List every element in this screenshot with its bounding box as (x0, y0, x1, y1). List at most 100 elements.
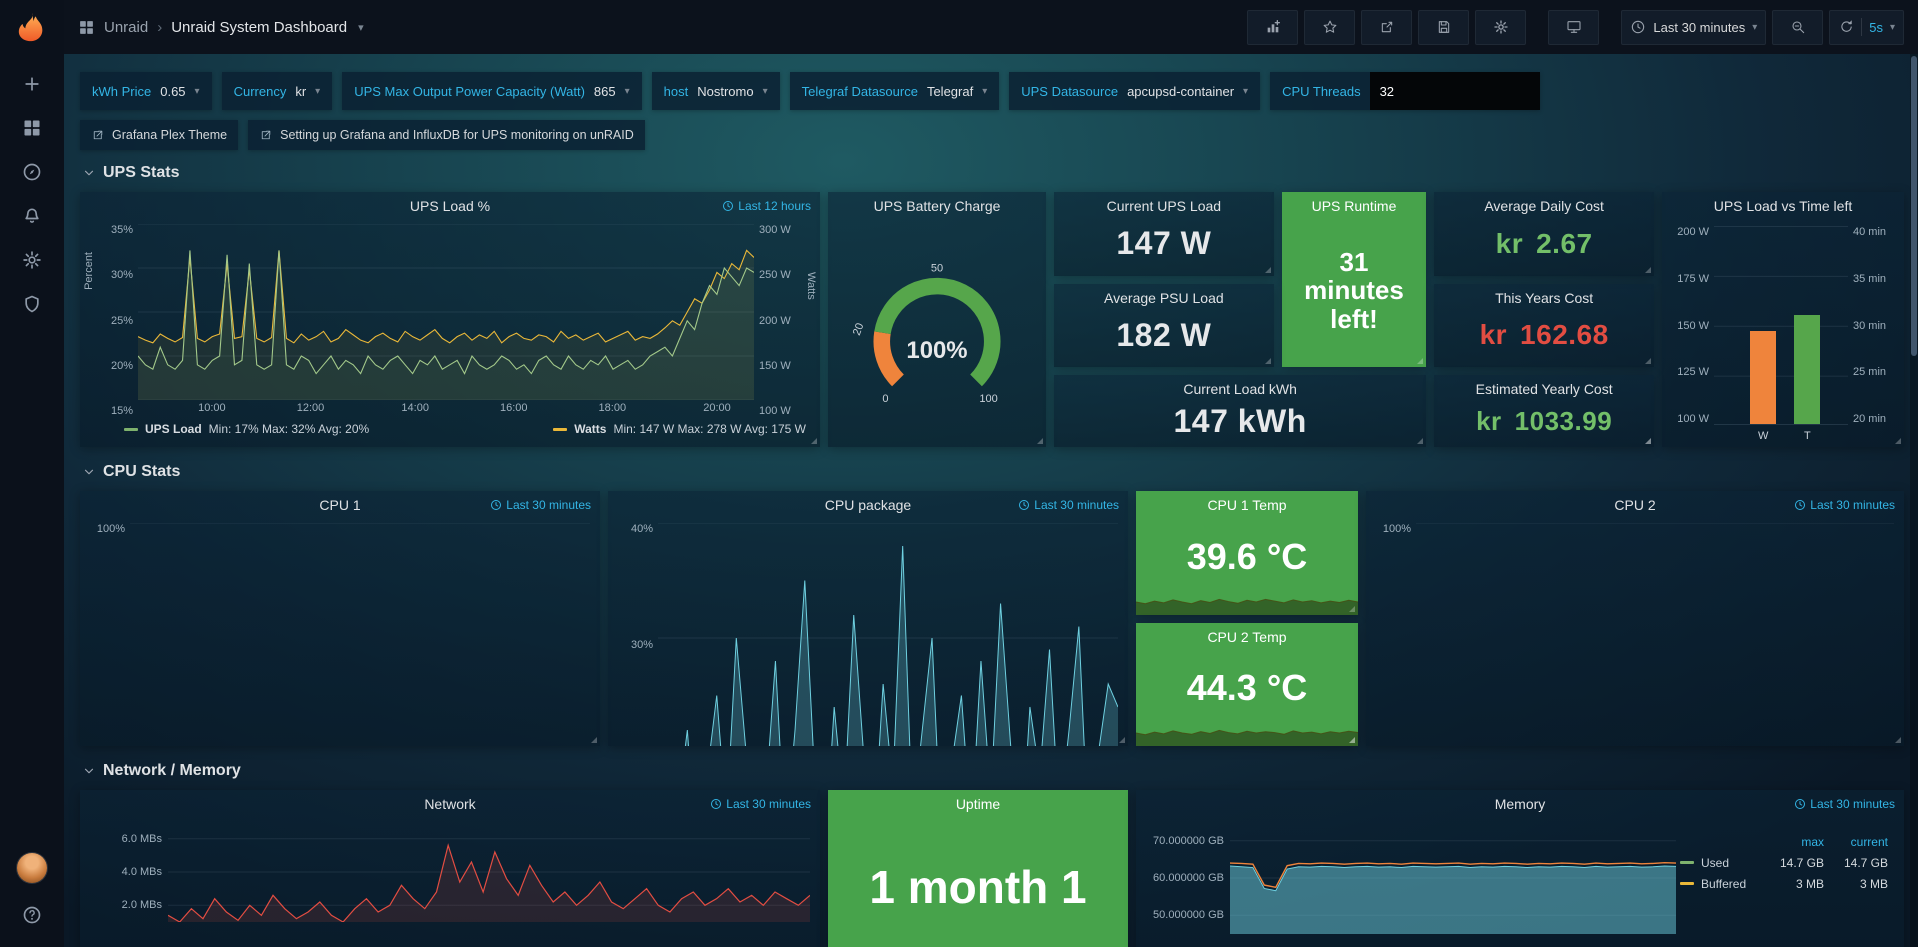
sidebar-item-dashboards[interactable] (8, 106, 56, 150)
dashboard-settings-button[interactable] (1475, 10, 1526, 45)
ups-load-chart[interactable] (138, 224, 754, 400)
panel-time-override-badge: Last 30 minutes (1018, 498, 1119, 512)
panel-title[interactable]: This Years Cost (1495, 290, 1593, 306)
legend-swatch (1680, 861, 1694, 864)
legend-item-ups-load[interactable]: UPS Load Min: 17% Max: 32% Avg: 20% (124, 422, 369, 436)
variable-ups-max-output[interactable]: UPS Max Output Power Capacity (Watt) 865… (342, 72, 641, 110)
y-axis: 100%50%0% (1372, 523, 1416, 746)
link-ups-monitoring-guide[interactable]: Setting up Grafana and InfluxDB for UPS … (248, 120, 645, 150)
panel-title[interactable]: CPU 1 Temp (1207, 497, 1286, 513)
network-memory-row: Network Last 30 minutes 6.0 MBs 4.0 MBs … (80, 790, 1904, 947)
cpu-temps-column: CPU 1 Temp 39.6 °C CPU 2 Temp 44.3 °C (1136, 491, 1358, 746)
panel-title[interactable]: Current Load kWh (1183, 381, 1297, 397)
chevron-down-icon (82, 166, 96, 180)
panel-cpu1: CPU 1 Last 30 minutes 100%50%0% (80, 491, 600, 746)
legend-sort-max[interactable]: max (1760, 835, 1824, 849)
section-header-network-memory[interactable]: Network / Memory (82, 762, 1904, 780)
dashboards-grid-icon[interactable] (78, 19, 95, 36)
panel-title[interactable]: CPU package (825, 497, 911, 513)
zoom-out-time-button[interactable] (1772, 10, 1823, 45)
panel-title[interactable]: Memory (1495, 796, 1546, 812)
add-panel-button[interactable] (1247, 10, 1298, 45)
panel-title[interactable]: UPS Runtime (1312, 198, 1397, 214)
panel-title[interactable]: UPS Load % (410, 198, 490, 214)
legend-swatch (1680, 882, 1694, 885)
variable-currency[interactable]: Currency kr ▾ (222, 72, 333, 110)
bar-watts (1750, 331, 1776, 424)
link-grafana-plex-theme[interactable]: Grafana Plex Theme (80, 120, 238, 150)
variable-kwh-price[interactable]: kWh Price 0.65 ▾ (80, 72, 212, 110)
network-chart[interactable] (168, 822, 810, 922)
share-dashboard-button[interactable] (1361, 10, 1412, 45)
panel-title[interactable]: Current UPS Load (1107, 198, 1221, 214)
breadcrumb: Unraid › Unraid System Dashboard ▾ (78, 19, 364, 36)
page-scrollbar-thumb[interactable] (1911, 56, 1917, 356)
panel-title[interactable]: CPU 2 Temp (1207, 629, 1286, 645)
panel-average-psu-load: Average PSU Load 182 W (1054, 284, 1274, 368)
battery-gauge: 0 20 50 100 100% (828, 220, 1046, 447)
svg-text:0: 0 (882, 393, 888, 405)
link-label: Setting up Grafana and InfluxDB for UPS … (280, 128, 634, 142)
panel-time-override-badge: Last 30 minutes (710, 797, 811, 811)
variable-host[interactable]: host Nostromo ▾ (652, 72, 780, 110)
bar-label: T (1794, 430, 1820, 442)
bar-chart-plot[interactable]: W T (1714, 226, 1848, 425)
user-avatar[interactable] (17, 853, 47, 883)
legend-item-buffered[interactable]: Buffered 3 MB 3 MB (1680, 873, 1888, 894)
cpu-package-chart[interactable] (658, 523, 1118, 746)
grafana-logo-icon[interactable] (15, 10, 49, 44)
legend-swatch (124, 428, 138, 431)
refresh-picker[interactable]: 5s ▾ (1829, 10, 1904, 45)
template-variables-row: kWh Price 0.65 ▾ Currency kr ▾ UPS Max O… (80, 72, 1904, 110)
panel-title[interactable]: Average Daily Cost (1484, 198, 1604, 214)
panel-title[interactable]: UPS Load vs Time left (1714, 198, 1853, 214)
panel-cpu2: CPU 2 Last 30 minutes 100%50%0% (1366, 491, 1904, 746)
tv-cycle-view-button[interactable] (1548, 10, 1599, 45)
refresh-divider (1861, 18, 1862, 36)
y-axis-right: 300 W250 W200 W150 W100 W (754, 224, 806, 417)
sidebar-item-create[interactable] (8, 62, 56, 106)
star-dashboard-button[interactable] (1304, 10, 1355, 45)
sidebar-item-server-admin[interactable] (8, 282, 56, 326)
panel-title[interactable]: UPS Battery Charge (874, 198, 1001, 214)
cpu-stats-row: CPU 1 Last 30 minutes 100%50%0% (80, 491, 1904, 746)
time-range-picker[interactable]: Last 30 minutes ▾ (1621, 10, 1766, 45)
legend-item-used[interactable]: Used 14.7 GB 14.7 GB (1680, 852, 1888, 873)
panel-title[interactable]: CPU 2 (1614, 497, 1655, 513)
panel-ups-battery-charge: UPS Battery Charge 0 20 50 100 100% (828, 192, 1046, 447)
section-header-cpu-stats[interactable]: CPU Stats (82, 463, 1904, 481)
cpu1-chart[interactable] (130, 523, 590, 746)
breadcrumb-folder[interactable]: Unraid (104, 19, 148, 36)
stat-value: kr2.67 (1434, 220, 1654, 276)
grafana-app: Unraid › Unraid System Dashboard ▾ (0, 0, 1918, 947)
panel-title[interactable]: CPU 1 (319, 497, 360, 513)
panel-title[interactable]: Estimated Yearly Cost (1476, 381, 1613, 397)
page-scrollbar-track[interactable] (1910, 54, 1918, 947)
legend-item-watts[interactable]: Watts Min: 147 W Max: 278 W Avg: 175 W (553, 422, 806, 436)
panel-title[interactable]: Network (424, 796, 475, 812)
memory-chart[interactable] (1230, 822, 1676, 934)
sidebar-item-help[interactable] (8, 893, 56, 937)
panel-title[interactable]: Uptime (956, 796, 1000, 812)
section-header-ups-stats[interactable]: UPS Stats (82, 164, 1904, 182)
save-dashboard-button[interactable] (1418, 10, 1469, 45)
cpu2-chart[interactable] (1416, 523, 1894, 746)
caret-down-icon: ▾ (763, 86, 768, 97)
legend-sort-current[interactable]: current (1824, 835, 1888, 849)
panel-network: Network Last 30 minutes 6.0 MBs 4.0 MBs … (80, 790, 820, 947)
chart-legend: UPS Load Min: 17% Max: 32% Avg: 20% Watt… (80, 417, 820, 447)
panel-title[interactable]: Average PSU Load (1104, 290, 1224, 306)
bar-time-left (1794, 315, 1820, 424)
sidebar-item-explore[interactable] (8, 150, 56, 194)
variable-telegraf-datasource[interactable]: Telegraf Datasource Telegraf ▾ (790, 72, 1000, 110)
dashboard-picker-caret-icon[interactable]: ▾ (358, 21, 364, 34)
sidebar-item-configuration[interactable] (8, 238, 56, 282)
panel-this-years-cost: This Years Cost kr162.68 (1434, 284, 1654, 368)
sidebar-item-alerting[interactable] (8, 194, 56, 238)
variable-ups-datasource[interactable]: UPS Datasource apcupsd-container ▾ (1009, 72, 1260, 110)
variable-label: Currency (234, 84, 287, 99)
dashboard-title[interactable]: Unraid System Dashboard (171, 19, 347, 36)
caret-down-icon: ▾ (195, 86, 200, 97)
cpu-threads-input[interactable]: 32 (1370, 72, 1540, 110)
stat-value: 31 minutes left! (1282, 220, 1427, 367)
